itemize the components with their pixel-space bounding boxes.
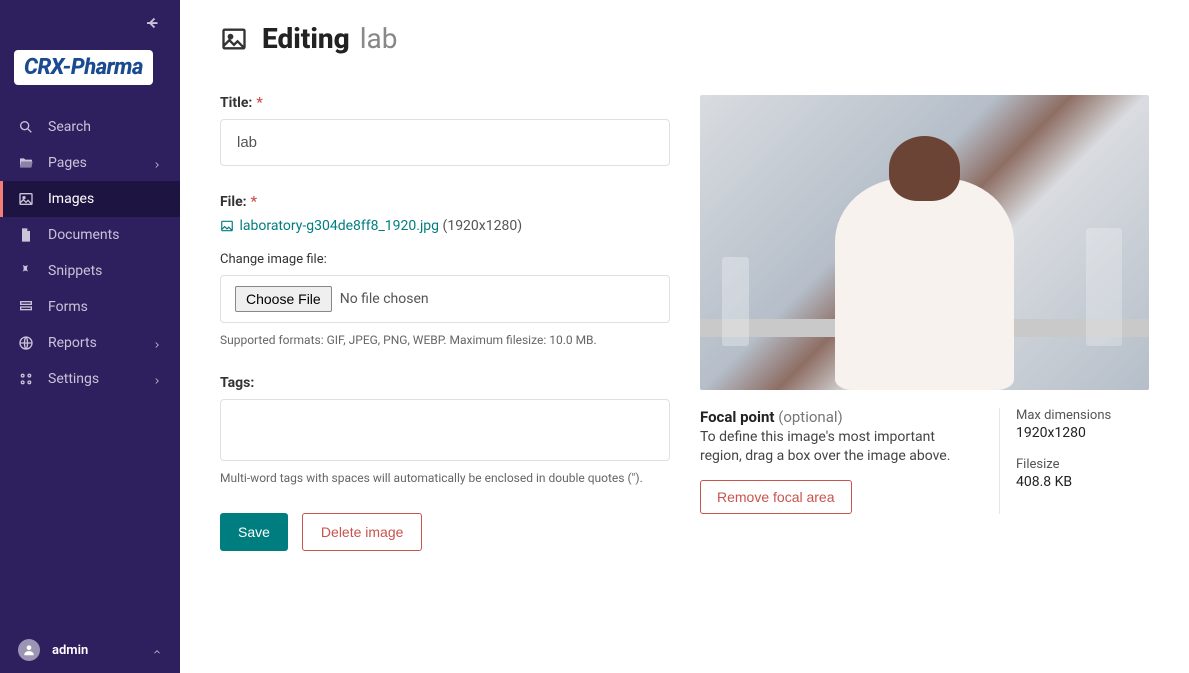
chevron-right-icon [152,158,162,168]
nav-label: Search [48,119,162,135]
image-icon [220,25,248,53]
focal-point-title: Focal point (optional) [700,408,979,426]
sidebar-user-menu[interactable]: admin [0,627,180,673]
filesize-value: 408.8 KB [1016,474,1149,490]
nav-item-snippets[interactable]: Snippets [0,253,180,289]
nav-item-settings[interactable]: Settings [0,361,180,397]
nav-label: Images [48,191,162,207]
image-icon [18,191,34,207]
field-file: File:* laboratory-g304de8ff8_1920.jpg (1… [220,194,670,347]
image-preview[interactable] [700,95,1149,390]
file-help-text: Supported formats: GIF, JPEG, PNG, WEBP.… [220,333,670,347]
image-small-icon [220,219,234,233]
nav-item-documents[interactable]: Documents [0,217,180,253]
current-file-dims: (1920x1280) [443,218,523,234]
max-dims-label: Max dimensions [1016,408,1149,423]
remove-focal-area-button[interactable]: Remove focal area [700,480,852,514]
file-input-row: Choose File No file chosen [220,275,670,323]
delete-image-button[interactable]: Delete image [302,513,423,551]
folder-open-icon [18,155,34,171]
title-input[interactable] [220,119,670,166]
nav-label: Forms [48,299,162,315]
main-content: Editing lab Title:* File:* laboratory-g3… [180,0,1189,673]
filesize-label: Filesize [1016,457,1149,472]
tags-label: Tags: [220,375,670,391]
tags-input[interactable] [220,399,670,461]
tags-help-text: Multi-word tags with spaces will automat… [220,471,670,485]
nav-item-search[interactable]: Search [0,109,180,145]
nav-label: Reports [48,335,152,351]
nav-item-pages[interactable]: Pages [0,145,180,181]
field-tags: Tags: Multi-word tags with spaces will a… [220,375,670,485]
no-file-text: No file chosen [340,291,429,307]
nav-item-forms[interactable]: Forms [0,289,180,325]
page-title-name: lab [360,22,398,55]
page-title-editing: Editing [262,22,350,55]
nav-item-images[interactable]: Images [0,181,180,217]
change-file-label: Change image file: [220,252,670,267]
form-icon [18,299,34,315]
chevron-right-icon [152,338,162,348]
focal-point-help: To define this image's most important re… [700,428,979,466]
collapse-sidebar-icon[interactable] [144,14,162,32]
nav-label: Settings [48,371,152,387]
page-header: Editing lab [220,22,1149,55]
settings-icon [18,371,34,387]
nav-label: Pages [48,155,152,171]
user-name: admin [52,643,152,658]
nav-list: Search Pages Images Documents Snippets Forms R… [0,109,180,627]
choose-file-button[interactable]: Choose File [235,286,332,312]
nav-label: Documents [48,227,162,243]
nav-item-reports[interactable]: Reports [0,325,180,361]
title-label: Title:* [220,95,670,111]
sidebar: CRX-Pharma Search Pages Images Documents Sni… [0,0,180,673]
save-button[interactable]: Save [220,513,288,551]
avatar-icon [18,639,40,661]
search-icon [18,119,34,135]
chevron-up-icon [152,645,162,655]
current-file-link[interactable]: laboratory-g304de8ff8_1920.jpg [239,218,439,234]
chevron-right-icon [152,374,162,384]
max-dims-value: 1920x1280 [1016,425,1149,441]
field-title: Title:* [220,95,670,166]
globe-icon [18,335,34,351]
document-icon [18,227,34,243]
brand-logo[interactable]: CRX-Pharma [14,50,153,85]
nav-label: Snippets [48,263,162,279]
snippet-icon [18,263,34,279]
file-label: File:* [220,194,670,210]
